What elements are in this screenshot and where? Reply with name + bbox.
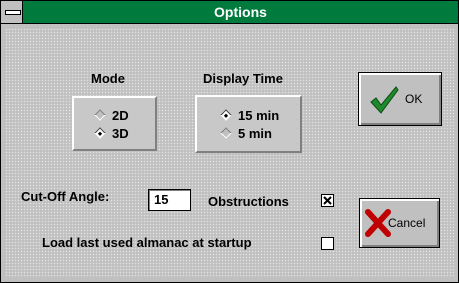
display-time-group: 15 min 5 min xyxy=(195,95,302,153)
load-last-checkbox[interactable] xyxy=(321,237,334,250)
dialog-body: Mode 2D 3D Display Time 15 min 5 min OK … xyxy=(5,28,454,278)
cutoff-angle-input[interactable]: 15 xyxy=(148,189,191,211)
ok-label: OK xyxy=(405,92,423,106)
radio-off-icon xyxy=(220,127,232,139)
system-menu-button[interactable] xyxy=(1,1,23,23)
window-title: Options xyxy=(214,4,267,20)
radio-on-icon xyxy=(220,109,232,121)
display-time-label: Display Time xyxy=(203,71,283,86)
checkmark-icon xyxy=(370,86,399,114)
radio-on-icon xyxy=(94,127,106,139)
obstructions-checkbox[interactable] xyxy=(321,194,334,207)
ok-button[interactable]: OK xyxy=(358,72,442,126)
load-last-label: Load last used almanac at startup xyxy=(42,235,252,250)
mode-group: 2D 3D xyxy=(72,96,157,151)
mode-label: Mode xyxy=(91,71,125,86)
cutoff-label: Cut-Off Angle: xyxy=(21,189,110,204)
options-dialog: Options Mode 2D 3D Display Time 15 min 5… xyxy=(0,0,459,283)
cancel-label: Cancel xyxy=(388,216,426,230)
cancel-button[interactable]: Cancel xyxy=(359,198,440,248)
title-bar[interactable]: Options xyxy=(1,1,458,24)
radio-off-icon xyxy=(94,109,106,121)
x-mark-icon xyxy=(323,196,332,205)
obstructions-label: Obstructions xyxy=(208,194,289,209)
minus-icon xyxy=(5,10,21,15)
